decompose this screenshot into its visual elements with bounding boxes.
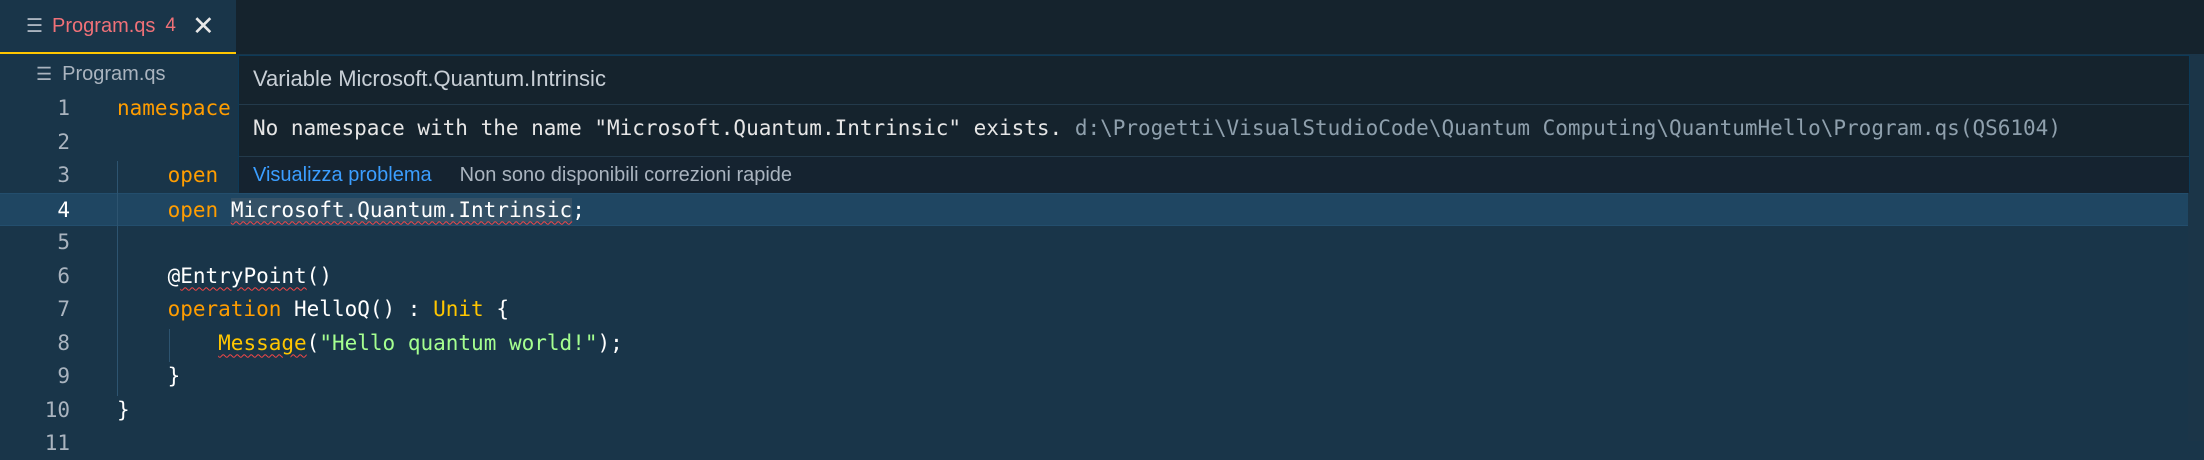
code-token: () xyxy=(306,263,332,288)
line-number: 8 xyxy=(57,330,70,355)
code-token: HelloQ() : xyxy=(281,297,434,321)
code-token: "Hello quantum world!" xyxy=(319,330,598,355)
hover-signature: Variable Microsoft.Quantum.Intrinsic xyxy=(253,66,606,91)
code-text[interactable]: open xyxy=(117,159,219,192)
line-number: 9 xyxy=(57,364,70,388)
tab-program-qs[interactable]: ☰ Program.qs 4 ✕ xyxy=(0,0,236,54)
code-line[interactable]: 7 operation HelloQ() : Unit { xyxy=(0,293,2204,326)
code-token: } xyxy=(117,397,130,422)
code-line[interactable]: 5 xyxy=(0,226,2204,259)
line-number: 10 xyxy=(44,397,70,422)
code-line[interactable]: 9 } xyxy=(0,360,2204,393)
breadcrumb-file[interactable]: Program.qs xyxy=(62,63,165,86)
diagnostic-message: No namespace with the name "Microsoft.Qu… xyxy=(253,116,2061,140)
lines-file-icon: ☰ xyxy=(26,15,44,37)
code-token: @ xyxy=(167,263,181,288)
code-text[interactable]: open Microsoft.Quantum.Intrinsic; xyxy=(117,194,585,227)
code-token: namespace xyxy=(117,96,231,120)
code-line[interactable]: 8 Message("Hello quantum world!"); xyxy=(0,327,2204,360)
code-token: EntryPoint xyxy=(180,263,307,288)
no-quick-fix-label: Non sono disponibili correzioni rapide xyxy=(459,163,793,186)
diagnostic-source: d:\Progetti\VisualStudioCode\Quantum Com… xyxy=(1074,116,2061,140)
code-text[interactable]: Message("Hello quantum world!"); xyxy=(117,327,623,360)
line-number: 5 xyxy=(57,230,70,254)
hover-widget: Variable Microsoft.Quantum.Intrinsic No … xyxy=(238,55,2190,193)
indent-guide xyxy=(117,161,118,396)
code-token: Microsoft.Quantum.Intrinsic xyxy=(230,197,573,222)
code-token: Message xyxy=(218,330,307,355)
code-line[interactable]: 4 open Microsoft.Quantum.Intrinsic; xyxy=(0,192,2204,227)
code-text[interactable]: operation HelloQ() : Unit { xyxy=(117,293,509,326)
code-text[interactable]: } xyxy=(117,394,130,427)
vertical-scrollbar[interactable] xyxy=(2188,54,2204,441)
line-number: 7 xyxy=(57,297,70,321)
code-token: open xyxy=(167,163,219,187)
indent-guide xyxy=(169,328,170,362)
line-number: 2 xyxy=(57,129,70,154)
close-icon[interactable]: ✕ xyxy=(192,12,215,40)
code-token: ( xyxy=(306,330,320,355)
code-text[interactable]: } xyxy=(117,360,181,393)
code-token: ); xyxy=(597,330,623,355)
line-number: 11 xyxy=(44,431,70,455)
code-text[interactable]: @EntryPoint() xyxy=(117,260,332,293)
code-line[interactable]: 6 @EntryPoint() xyxy=(0,260,2204,293)
diagnostic-text: No namespace with the name "Microsoft.Qu… xyxy=(253,116,1063,140)
line-number: 6 xyxy=(57,263,70,288)
code-line[interactable]: 10} xyxy=(0,394,2204,427)
problem-count-badge: 4 xyxy=(165,15,176,36)
hover-status-bar: Visualizza problema Non sono disponibili… xyxy=(239,156,2189,193)
code-token: open xyxy=(167,197,219,222)
code-token: operation xyxy=(167,297,282,321)
line-number: 1 xyxy=(57,96,70,120)
code-token: } xyxy=(167,364,181,388)
line-number: 3 xyxy=(57,163,70,187)
divider xyxy=(239,104,2189,105)
view-problem-link[interactable]: Visualizza problema xyxy=(253,164,432,187)
code-token: { xyxy=(483,297,509,321)
code-token: ; xyxy=(572,197,585,222)
tab-label: Program.qs xyxy=(52,14,156,37)
code-line[interactable]: 11 xyxy=(0,427,2204,460)
line-number: 4 xyxy=(57,197,70,222)
lines-file-icon: ☰ xyxy=(36,63,53,84)
code-text[interactable]: namespace xyxy=(117,92,231,125)
code-token: Unit xyxy=(433,297,484,321)
tab-bar: ☰ Program.qs 4 ✕ xyxy=(0,0,2204,54)
